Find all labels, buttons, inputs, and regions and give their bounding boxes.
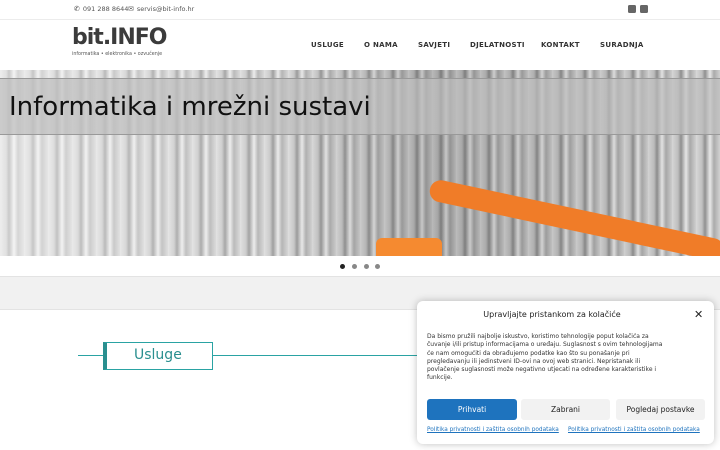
view-preferences-button[interactable]: Pogledaj postavke: [616, 399, 705, 420]
hero-caption: Informatika i mrežni sustavi: [9, 92, 371, 122]
slider-pagination: [0, 256, 720, 276]
logo-tagline: informatika • elektronika • ozvučenje: [72, 52, 163, 57]
phone-number: 091 288 8644: [82, 5, 129, 13]
cable-plug-image: [376, 238, 442, 256]
nav-item-kontakt[interactable]: KONTAKT: [541, 41, 580, 49]
hero-caption-band: Informatika i mrežni sustavi: [0, 78, 720, 135]
slider-dot-1[interactable]: [340, 264, 345, 269]
email-contact[interactable]: ✉ servis@bit-info.hr: [128, 5, 194, 13]
email-address: servis@bit-info.hr: [136, 5, 195, 13]
section-heading: Usluge: [134, 347, 182, 363]
section-heading-box: Usluge: [103, 342, 213, 370]
nav-item-djelatnosti[interactable]: DJELATNOSTI: [470, 41, 525, 49]
instagram-icon[interactable]: [628, 5, 636, 13]
privacy-policy-link-1[interactable]: Politika privatnosti i zaštita osobnih p…: [427, 427, 559, 433]
phone-icon: ✆: [74, 5, 80, 13]
logo-brand: bit.INFO: [72, 25, 167, 50]
nav-item-o-nama[interactable]: O NAMA: [364, 41, 398, 49]
site-logo[interactable]: bit.INFO informatika • elektronika • ozv…: [72, 25, 182, 61]
hero-slider[interactable]: Informatika i mrežni sustavi: [0, 70, 720, 256]
site-header: bit.INFO informatika • elektronika • ozv…: [0, 20, 720, 70]
top-bar: ✆ 091 288 8644 ✉ servis@bit-info.hr: [0, 0, 720, 20]
cookie-title: Upravljajte pristankom za kolačiće: [483, 310, 621, 319]
nav-item-usluge[interactable]: USLUGE: [311, 41, 344, 49]
slider-dot-3[interactable]: [364, 264, 369, 269]
accept-button[interactable]: Prihvati: [427, 399, 517, 420]
logo-brand-suffix: .INFO: [102, 25, 168, 50]
cookie-consent-dialog: Upravljajte pristankom za kolačiće ✕ Da …: [417, 301, 714, 444]
privacy-policy-link-2[interactable]: Politika privatnosti i zaštita osobnih p…: [568, 427, 700, 433]
logo-brand-main: bit: [72, 25, 104, 50]
close-icon[interactable]: ✕: [694, 308, 703, 321]
nav-item-savjeti[interactable]: SAVJETI: [418, 41, 450, 49]
phone-contact[interactable]: ✆ 091 288 8644: [74, 5, 128, 13]
nav-item-suradnja[interactable]: SURADNJA: [600, 41, 644, 49]
cookie-text: Da bismo pružili najbolje iskustvo, kori…: [427, 333, 663, 382]
deny-button[interactable]: Zabrani: [521, 399, 610, 420]
envelope-icon: ✉: [128, 5, 134, 13]
slider-dot-4[interactable]: [375, 264, 380, 269]
slider-dot-2[interactable]: [352, 264, 357, 269]
facebook-icon[interactable]: [640, 5, 648, 13]
